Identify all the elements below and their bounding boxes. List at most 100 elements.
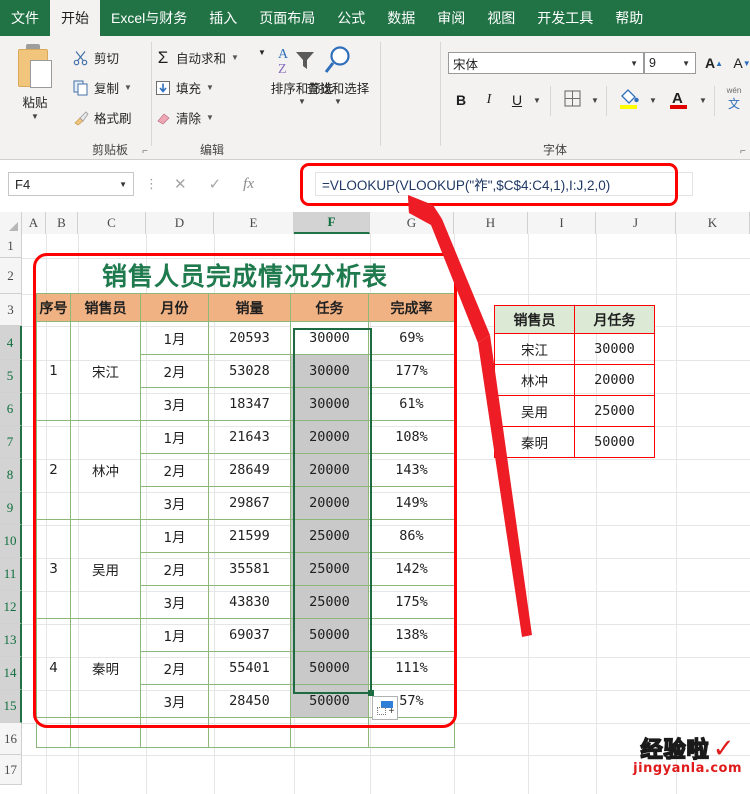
cell-empty[interactable] — [208, 717, 291, 748]
cell-month[interactable]: 3月 — [140, 585, 209, 619]
borders-button[interactable] — [560, 88, 584, 112]
cell-sales[interactable]: 20593 — [208, 321, 291, 355]
row-header-1[interactable]: 1 — [0, 234, 22, 258]
copy-button[interactable]: 复制 ▼ — [72, 78, 132, 97]
cell-sales[interactable]: 21643 — [208, 420, 291, 454]
cell-month[interactable]: 2月 — [140, 453, 209, 487]
insert-function-icon[interactable]: fx — [243, 176, 254, 193]
tab-help[interactable]: 帮助 — [604, 0, 654, 36]
confirm-icon[interactable]: ✓ — [209, 175, 222, 193]
cell-month[interactable]: 3月 — [140, 486, 209, 520]
tab-developer[interactable]: 开发工具 — [526, 0, 604, 36]
cell-name[interactable]: 宋江 — [70, 321, 141, 421]
cell-month[interactable]: 2月 — [140, 354, 209, 388]
chevron-down-icon[interactable]: ▼ — [119, 180, 133, 189]
row-header-16[interactable]: 16 — [0, 723, 22, 755]
column-header-F[interactable]: F — [294, 212, 370, 234]
cell-sales[interactable]: 53028 — [208, 354, 291, 388]
row-header-9[interactable]: 9 — [0, 492, 22, 525]
tab-file[interactable]: 文件 — [0, 0, 50, 36]
name-box[interactable]: F4 ▼ — [8, 172, 134, 196]
column-header-H[interactable]: H — [454, 212, 528, 234]
paste-options-caret[interactable]: ▼ — [258, 48, 266, 57]
underline-button[interactable]: U — [506, 88, 528, 112]
tab-page-layout[interactable]: 页面布局 — [248, 0, 326, 36]
column-header-A[interactable]: A — [22, 212, 46, 234]
row-header-15[interactable]: 15 — [0, 690, 22, 723]
cell-sales[interactable]: 69037 — [208, 618, 291, 652]
cell-task[interactable]: 50000 — [290, 684, 369, 718]
row-header-4[interactable]: 4 — [0, 326, 22, 360]
cell-empty[interactable] — [70, 717, 141, 748]
lookup-cell-task[interactable]: 20000 — [574, 364, 655, 396]
cell-name[interactable]: 吴用 — [70, 519, 141, 619]
tab-formulas[interactable]: 公式 — [326, 0, 376, 36]
font-color-button[interactable]: A — [666, 86, 692, 114]
table-row[interactable]: 3 吴用 1月 21599 25000 86% — [36, 519, 455, 619]
cell-task[interactable]: 25000 — [290, 585, 369, 619]
font-size-combobox[interactable]: 9 ▼ — [644, 52, 696, 74]
cell-no[interactable]: 4 — [36, 618, 71, 718]
cell-month[interactable]: 1月 — [140, 321, 209, 355]
quick-analysis-button[interactable]: + — [372, 696, 398, 720]
cell-sales[interactable]: 29867 — [208, 486, 291, 520]
cell-task[interactable]: 20000 — [290, 420, 369, 454]
column-header-I[interactable]: I — [528, 212, 596, 234]
row-header-6[interactable]: 6 — [0, 393, 22, 426]
cell-task[interactable]: 25000 — [290, 552, 369, 586]
row-header-5[interactable]: 5 — [0, 360, 22, 393]
lookup-cell-name[interactable]: 林冲 — [494, 364, 575, 396]
cell-month[interactable]: 3月 — [140, 387, 209, 421]
lookup-cell-task[interactable]: 30000 — [574, 333, 655, 365]
cell-sales[interactable]: 28649 — [208, 453, 291, 487]
cell-name[interactable]: 林冲 — [70, 420, 141, 520]
cell-empty[interactable] — [36, 717, 71, 748]
chevron-down-icon[interactable]: ▼ — [31, 112, 39, 121]
table-row[interactable]: 2 林冲 1月 21643 20000 108% — [36, 420, 455, 520]
format-painter-button[interactable]: 格式刷 — [72, 108, 132, 127]
lookup-cell-name[interactable]: 宋江 — [494, 333, 575, 365]
cell-empty[interactable] — [140, 717, 209, 748]
cell-task[interactable]: 20000 — [290, 486, 369, 520]
decrease-font-size-button[interactable]: A ▼ — [730, 52, 750, 74]
row-header-3[interactable]: 3 — [0, 294, 22, 326]
cell-rate[interactable]: 86% — [368, 519, 455, 553]
phonetic-guide-button[interactable]: wén 文 — [722, 84, 746, 114]
tab-insert[interactable]: 插入 — [198, 0, 248, 36]
select-all-corner[interactable] — [0, 212, 22, 234]
column-header-J[interactable]: J — [596, 212, 676, 234]
cell-task[interactable]: 50000 — [290, 651, 369, 685]
cell-rate[interactable]: 175% — [368, 585, 455, 619]
chevron-down-icon[interactable]: ▼ — [231, 53, 239, 62]
cell-rate[interactable]: 108% — [368, 420, 455, 454]
cell-sales[interactable]: 21599 — [208, 519, 291, 553]
column-header-E[interactable]: E — [214, 212, 294, 234]
clear-button[interactable]: 清除 ▼ — [154, 108, 214, 127]
cell-month[interactable]: 2月 — [140, 552, 209, 586]
fill-color-caret[interactable]: ▼ — [646, 92, 660, 108]
chevron-down-icon[interactable]: ▼ — [630, 59, 643, 68]
chevron-down-icon[interactable]: ▼ — [206, 83, 214, 92]
lookup-cell-name[interactable]: 秦明 — [494, 426, 575, 458]
cell-no[interactable]: 3 — [36, 519, 71, 619]
cell-rate[interactable]: 149% — [368, 486, 455, 520]
cell-month[interactable]: 3月 — [140, 684, 209, 718]
cell-rate[interactable]: 111% — [368, 651, 455, 685]
cell-rate[interactable]: 143% — [368, 453, 455, 487]
cell-rate[interactable]: 61% — [368, 387, 455, 421]
column-header-C[interactable]: C — [78, 212, 146, 234]
fill-button[interactable]: 填充 ▼ — [154, 78, 214, 97]
chevron-down-icon[interactable]: ▼ — [682, 59, 695, 68]
cell-month[interactable]: 1月 — [140, 420, 209, 454]
row-header-14[interactable]: 14 — [0, 657, 22, 690]
lookup-row[interactable]: 宋江 30000 — [494, 333, 655, 365]
cell-task[interactable]: 30000 — [290, 354, 369, 388]
cell-sales[interactable]: 55401 — [208, 651, 291, 685]
row-header-17[interactable]: 17 — [0, 755, 22, 785]
row-header-12[interactable]: 12 — [0, 591, 22, 624]
lookup-cell-task[interactable]: 25000 — [574, 395, 655, 427]
bold-button[interactable]: B — [450, 88, 472, 112]
tab-data[interactable]: 数据 — [376, 0, 426, 36]
cell-task[interactable]: 20000 — [290, 453, 369, 487]
font-dialog-launcher[interactable]: ⌐ — [740, 146, 746, 157]
